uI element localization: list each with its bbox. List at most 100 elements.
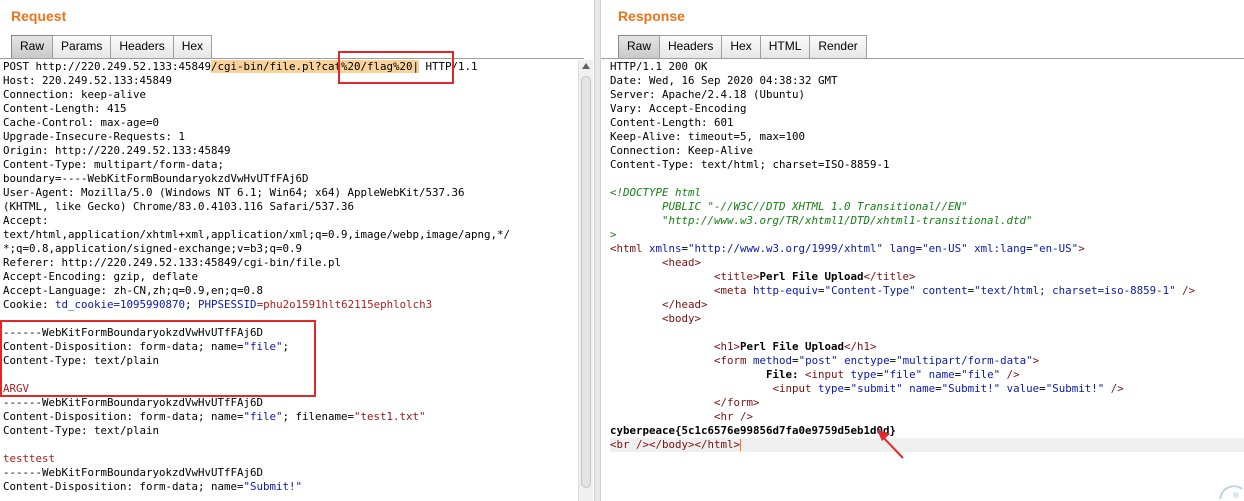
- request-line: Cache-Control: max-age=0: [3, 116, 578, 130]
- request-line: (KHTML, like Gecko) Chrome/83.0.4103.116…: [3, 200, 578, 214]
- request-line: testtest: [3, 452, 578, 466]
- response-token: <head>: [662, 256, 702, 269]
- request-token: Content-Length: 415: [3, 102, 127, 115]
- request-token: *;q=0.8,application/signed-exchange;v=b3…: [3, 242, 303, 255]
- response-line: <meta http-equiv="Content-Type" content=…: [610, 284, 1244, 298]
- response-line: [610, 172, 1244, 186]
- response-token: >: [610, 228, 617, 241]
- response-token: Content-Type: text/html; charset=ISO-885…: [610, 158, 890, 171]
- request-token: ------WebKitFormBoundaryokzdVwHvUTfFAj6D: [3, 396, 264, 409]
- request-token: ;: [185, 298, 199, 311]
- request-tab-hex[interactable]: Hex: [172, 35, 213, 58]
- response-token: "file": [883, 368, 923, 381]
- response-tab-divider: [601, 58, 1244, 59]
- request-line: Upgrade-Insecure-Requests: 1: [3, 130, 578, 144]
- response-line: </form>: [610, 396, 1244, 410]
- response-token: [610, 354, 714, 367]
- request-title: Request: [11, 8, 67, 24]
- response-token: "Content-Type": [824, 284, 916, 297]
- response-token: <title>: [714, 270, 760, 283]
- response-token: type: [818, 382, 845, 395]
- response-line: <hr />: [610, 410, 1244, 424]
- response-line: <br /></body></html>: [610, 438, 1244, 452]
- response-tab-raw[interactable]: Raw: [618, 35, 661, 58]
- response-tab-html[interactable]: HTML: [759, 35, 811, 58]
- request-tab-raw[interactable]: Raw: [11, 35, 54, 58]
- request-line: *;q=0.8,application/signed-exchange;v=b3…: [3, 242, 578, 256]
- response-token: Connection: Keep-Alive: [610, 144, 754, 157]
- pane-splitter[interactable]: [594, 0, 601, 501]
- response-token: "multipart/form-data": [896, 354, 1033, 367]
- response-tab-render[interactable]: Render: [809, 35, 867, 58]
- request-tabs: Raw Params Headers Hex: [11, 35, 213, 59]
- response-token: enctype: [844, 354, 890, 367]
- response-token: content: [922, 284, 968, 297]
- response-line: </head>: [610, 298, 1244, 312]
- response-tab-headers[interactable]: Headers: [659, 35, 723, 58]
- response-line: Server: Apache/2.4.18 (Ubuntu): [610, 88, 1244, 102]
- request-token: Cookie:: [3, 298, 56, 311]
- response-token: </h1>: [844, 340, 877, 353]
- request-editor[interactable]: POST http://220.249.52.133:45849/cgi-bin…: [3, 60, 578, 501]
- response-token: "en-US": [1032, 242, 1079, 255]
- response-token: </html>: [694, 438, 741, 451]
- request-pane: Request Raw Params Headers Hex POST http…: [0, 0, 594, 501]
- response-tab-hex[interactable]: Hex: [721, 35, 761, 58]
- request-tab-headers[interactable]: Headers: [110, 35, 174, 58]
- response-token: HTTP/1.1 200 OK: [610, 60, 708, 73]
- request-line: text/html,application/xhtml+xml,applicat…: [3, 228, 578, 242]
- response-line: PUBLIC "-//W3C//DTD XHTML 1.0 Transition…: [610, 200, 1244, 214]
- request-tab-params[interactable]: Params: [52, 35, 112, 58]
- response-token: <form: [714, 354, 754, 367]
- response-token: [610, 396, 714, 409]
- response-token: [610, 368, 766, 381]
- request-token: Content-Type: multipart/form-data;: [3, 158, 225, 171]
- request-token: Cache-Control: max-age=0: [3, 116, 160, 129]
- response-token: name: [928, 368, 955, 381]
- response-token: cyberpeace{5c1c6576e99856d7fa0e9759d5eb1…: [610, 424, 897, 437]
- response-editor[interactable]: HTTP/1.1 200 OK Date: Wed, 16 Sep 2020 04…: [610, 60, 1244, 501]
- request-line: Accept:: [3, 214, 578, 228]
- request-line: Content-Length: 415: [3, 102, 578, 116]
- request-line: Accept-Language: zh-CN,zh;q=0.9,en;q=0.8: [3, 284, 578, 298]
- request-token: Connection: keep-alive: [3, 88, 147, 101]
- request-token: User-Agent: Mozilla/5.0 (Windows NT 6.1;…: [3, 186, 465, 199]
- request-token: PHPSESSID: [198, 298, 257, 311]
- response-token: type: [850, 368, 877, 381]
- response-token: </head>: [662, 298, 708, 311]
- response-token: Server: Apache/2.4.18 (Ubuntu): [610, 88, 806, 101]
- scroll-up-arrow-icon[interactable]: [582, 63, 590, 69]
- request-token: Content-Type: text/plain: [3, 424, 160, 437]
- response-line: <input type="submit" name="Submit!" valu…: [610, 382, 1244, 396]
- response-token: method: [753, 354, 793, 367]
- response-line: cyberpeace{5c1c6576e99856d7fa0e9759d5eb1…: [610, 424, 1244, 438]
- response-tabs: Raw Headers Hex HTML Render: [618, 35, 867, 59]
- response-token: [610, 340, 714, 353]
- response-line: >: [610, 228, 1244, 242]
- response-token: name: [909, 382, 936, 395]
- response-token: >: [1078, 242, 1085, 255]
- response-line: "http://www.w3.org/TR/xhtml1/DTD/xhtml1-…: [610, 214, 1244, 228]
- response-line: <form method="post" enctype="multipart/f…: [610, 354, 1244, 368]
- request-line: Content-Type: multipart/form-data;: [3, 158, 578, 172]
- response-token: <html: [610, 242, 650, 255]
- response-token: <input: [805, 368, 851, 381]
- request-line: User-Agent: Mozilla/5.0 (Windows NT 6.1;…: [3, 186, 578, 200]
- response-token: [610, 312, 662, 325]
- response-token: <hr />: [714, 410, 754, 423]
- request-token: Accept-Encoding: gzip, deflate: [3, 270, 199, 283]
- response-line: <title>Perl File Upload</title>: [610, 270, 1244, 284]
- response-line: File: <input type="file" name="file" />: [610, 368, 1244, 382]
- response-line: HTTP/1.1 200 OK: [610, 60, 1244, 74]
- response-token: <body>: [662, 312, 702, 325]
- response-line: Keep-Alive: timeout=5, max=100: [610, 130, 1244, 144]
- text-cursor: [740, 439, 742, 451]
- response-token: File:: [766, 368, 806, 381]
- request-scroll-thumb[interactable]: [581, 76, 591, 488]
- request-token: Content-Disposition: form-data; name=: [3, 480, 244, 493]
- request-scrollbar[interactable]: [578, 60, 593, 501]
- response-token: "text/html; charset=iso-8859-1": [974, 284, 1176, 297]
- response-token: http-equiv: [753, 284, 819, 297]
- request-token: td_cookie=1095990870: [55, 298, 186, 311]
- response-token: "submit": [850, 382, 903, 395]
